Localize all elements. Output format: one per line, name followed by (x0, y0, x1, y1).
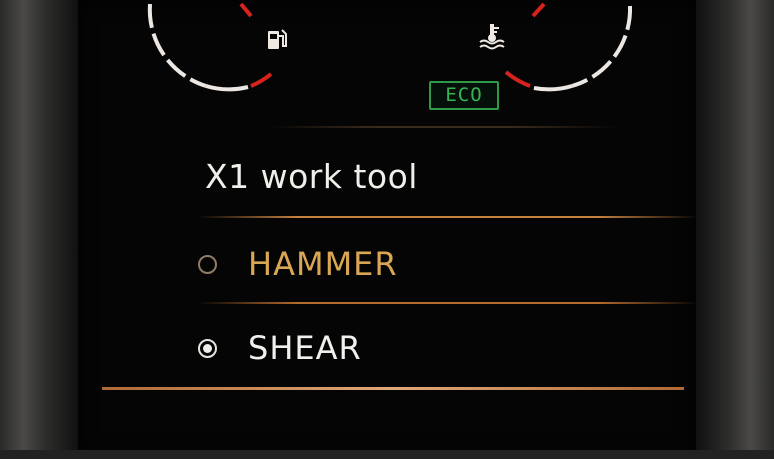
eco-mode-badge: ECO (429, 81, 499, 110)
display-screen: ECO X1 work tool HAMMER SHEAR (78, 0, 698, 459)
radio-selected-icon[interactable] (198, 338, 217, 358)
menu-title: X1 work tool (205, 157, 418, 196)
divider (198, 216, 698, 218)
temperature-gauge (504, 2, 633, 92)
fuel-pump-icon (268, 29, 287, 49)
gauge-cluster (147, 2, 633, 92)
divider (268, 126, 618, 128)
coolant-temperature-icon (479, 24, 505, 50)
radio-unselected-icon[interactable] (198, 254, 217, 274)
fuel-gauge (147, 2, 273, 92)
option-label: HAMMER (248, 245, 398, 283)
option-label: SHEAR (248, 329, 362, 367)
option-shear[interactable]: SHEAR (198, 324, 362, 372)
option-hammer[interactable]: HAMMER (198, 240, 398, 288)
divider (198, 302, 698, 304)
display-bezel (0, 450, 774, 459)
divider (102, 387, 684, 390)
display-photo: ECO X1 work tool HAMMER SHEAR (0, 0, 774, 459)
